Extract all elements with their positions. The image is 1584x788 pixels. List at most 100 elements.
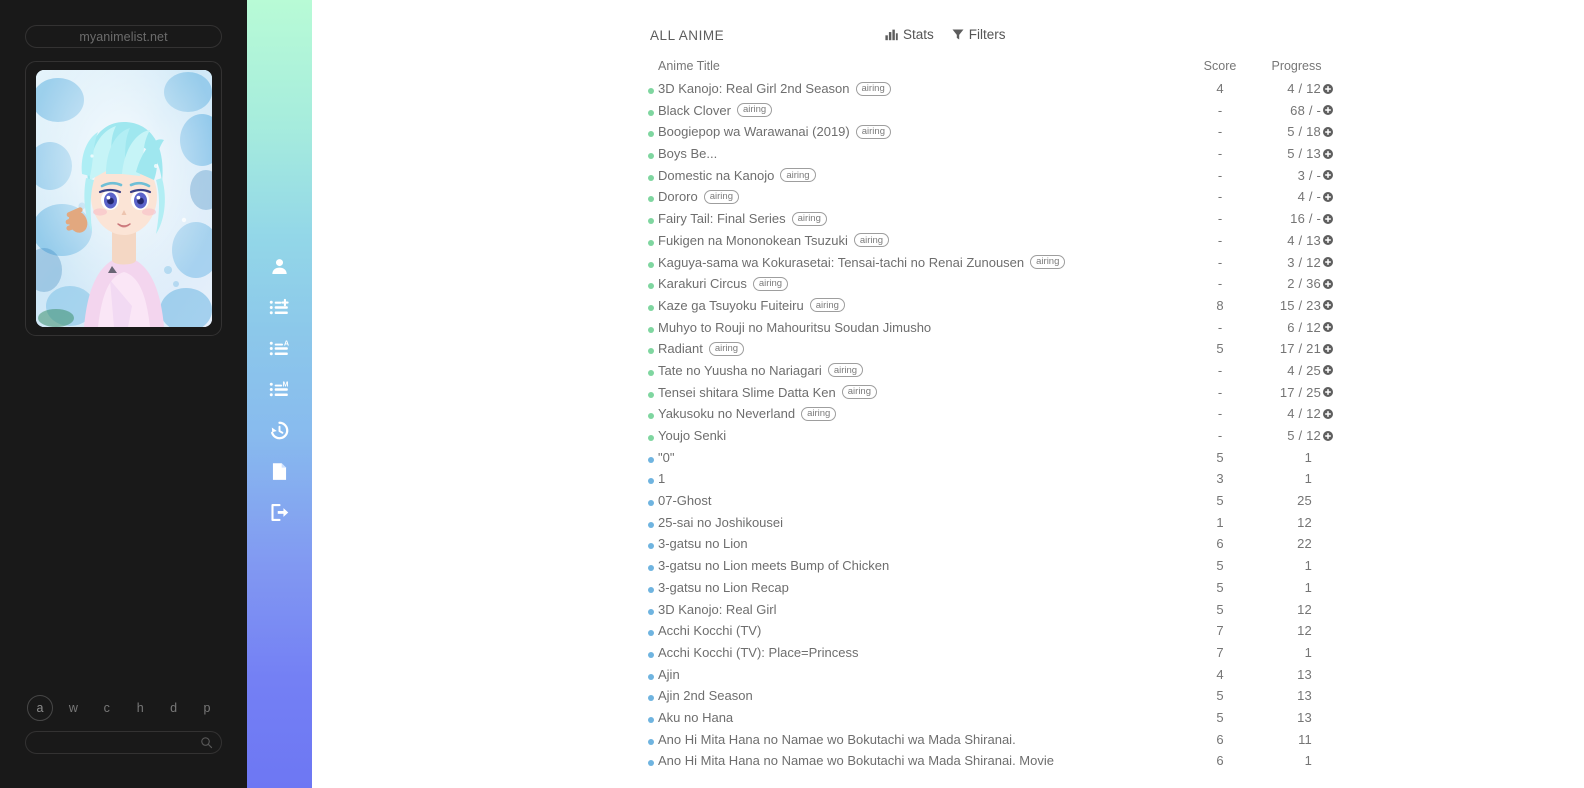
progress-cell[interactable]: 1 <box>1242 558 1333 573</box>
table-row[interactable]: Karakuri Circus airing - 2 / 36 <box>312 275 1584 297</box>
status-dot-watching[interactable] <box>648 196 654 203</box>
score-cell[interactable]: - <box>1196 168 1244 183</box>
table-row[interactable]: Radiant airing 5 17 / 21 <box>312 340 1584 362</box>
anime-title-cell[interactable]: 07-Ghost <box>658 493 711 508</box>
progress-cell[interactable]: 68 / - <box>1242 103 1333 118</box>
anime-title-cell[interactable]: Tensei shitara Slime Datta Ken airing <box>658 385 878 400</box>
progress-cell[interactable]: 12 <box>1242 515 1333 530</box>
score-cell[interactable]: 5 <box>1196 688 1244 703</box>
progress-cell[interactable]: 13 <box>1242 667 1333 682</box>
status-dot-watching[interactable] <box>648 109 654 116</box>
anime-title-cell[interactable]: Acchi Kocchi (TV): Place=Princess <box>658 645 858 660</box>
increment-episode-icon[interactable] <box>1323 365 1333 376</box>
progress-cell[interactable]: 17 / 25 <box>1242 385 1333 400</box>
table-row[interactable]: Tensei shitara Slime Datta Ken airing - 17 … <box>312 384 1584 406</box>
progress-cell[interactable]: 4 / - <box>1242 189 1333 204</box>
increment-episode-icon[interactable] <box>1323 213 1333 224</box>
anime-title-cell[interactable]: Boogiepop wa Warawanai (2019) airing <box>658 124 891 139</box>
anime-title-cell[interactable]: Radiant airing <box>658 341 745 356</box>
increment-episode-icon[interactable] <box>1323 126 1333 137</box>
increment-episode-icon[interactable] <box>1323 170 1333 181</box>
status-dot-completed[interactable] <box>648 521 654 528</box>
status-dot-completed[interactable] <box>648 608 654 615</box>
score-cell[interactable]: 3 <box>1196 471 1244 486</box>
logout-icon[interactable] <box>269 502 290 523</box>
status-dot-completed[interactable] <box>648 673 654 680</box>
table-row[interactable]: Fukigen na Mononokean Tsuzuki airing - 4 / … <box>312 232 1584 254</box>
score-cell[interactable]: 5 <box>1196 580 1244 595</box>
status-dot-completed[interactable] <box>648 543 654 550</box>
search-icon[interactable] <box>200 736 213 749</box>
score-cell[interactable]: - <box>1196 103 1244 118</box>
progress-cell[interactable]: 1 <box>1242 580 1333 595</box>
status-dot-watching[interactable] <box>648 88 654 94</box>
table-row[interactable]: Kaguya-sama wa Kokurasetai: Tensai-tachi… <box>312 254 1584 276</box>
anime-title-cell[interactable]: "0" <box>658 450 674 465</box>
history-icon[interactable] <box>269 420 290 441</box>
score-cell[interactable]: - <box>1196 385 1244 400</box>
anime-title-cell[interactable]: 25-sai no Joshikousei <box>658 515 783 530</box>
progress-cell[interactable]: 1 <box>1242 471 1333 486</box>
score-cell[interactable]: - <box>1196 255 1244 270</box>
score-cell[interactable]: 8 <box>1196 298 1244 313</box>
score-cell[interactable]: 4 <box>1196 667 1244 682</box>
progress-cell[interactable]: 25 <box>1242 493 1333 508</box>
progress-cell[interactable]: 2 / 36 <box>1242 276 1333 291</box>
score-cell[interactable]: 5 <box>1196 602 1244 617</box>
status-dot-watching[interactable] <box>648 131 654 138</box>
status-dot-watching[interactable] <box>648 304 654 311</box>
status-dot-watching[interactable] <box>648 153 654 160</box>
letter-filter-w[interactable]: w <box>60 695 86 721</box>
anime-title-cell[interactable]: 1 <box>658 471 665 486</box>
status-dot-completed[interactable] <box>648 630 654 637</box>
column-header-score[interactable]: Score <box>1196 59 1244 73</box>
score-cell[interactable]: 5 <box>1196 493 1244 508</box>
anime-title-cell[interactable]: 3-gatsu no Lion <box>658 536 748 551</box>
score-cell[interactable]: 5 <box>1196 558 1244 573</box>
table-row[interactable]: Ajin 2nd Season 5 13 <box>312 687 1584 709</box>
increment-episode-icon[interactable] <box>1323 408 1333 419</box>
anime-title-cell[interactable]: 3D Kanojo: Real Girl <box>658 602 777 617</box>
progress-cell[interactable]: 11 <box>1242 732 1333 747</box>
table-row[interactable]: Ajin 4 13 <box>312 666 1584 688</box>
progress-cell[interactable]: 4 / 12 <box>1242 81 1333 96</box>
status-dot-completed[interactable] <box>648 716 654 723</box>
progress-cell[interactable]: 17 / 21 <box>1242 341 1333 356</box>
status-dot-watching[interactable] <box>648 391 654 398</box>
progress-cell[interactable]: 3 / 12 <box>1242 255 1333 270</box>
score-cell[interactable]: 5 <box>1196 450 1244 465</box>
score-cell[interactable]: - <box>1196 211 1244 226</box>
progress-cell[interactable]: 5 / 13 <box>1242 146 1333 161</box>
table-row[interactable]: Boys Be... - 5 / 13 <box>312 145 1584 167</box>
score-cell[interactable]: - <box>1196 428 1244 443</box>
anime-title-cell[interactable]: 3D Kanojo: Real Girl 2nd Season airing <box>658 81 891 96</box>
status-dot-completed[interactable] <box>648 651 654 658</box>
column-header-title[interactable]: Anime Title <box>658 59 720 73</box>
anime-title-cell[interactable]: Kaze ga Tsuyoku Fuiteiru airing <box>658 298 845 313</box>
increment-episode-icon[interactable] <box>1323 148 1333 159</box>
anime-title-cell[interactable]: Aku no Hana <box>658 710 733 725</box>
table-row[interactable]: Kaze ga Tsuyoku Fuiteiru airing 8 15 / 23 <box>312 297 1584 319</box>
table-row[interactable]: Boogiepop wa Warawanai (2019) airing - 5 / … <box>312 123 1584 145</box>
anime-title-cell[interactable]: Ajin 2nd Season <box>658 688 753 703</box>
score-cell[interactable]: 5 <box>1196 341 1244 356</box>
increment-episode-icon[interactable] <box>1323 322 1333 333</box>
anime-title-cell[interactable]: Dororo airing <box>658 189 739 204</box>
score-cell[interactable]: 6 <box>1196 536 1244 551</box>
anime-title-cell[interactable]: 3-gatsu no Lion Recap <box>658 580 789 595</box>
progress-cell[interactable]: 5 / 18 <box>1242 124 1333 139</box>
increment-episode-icon[interactable] <box>1323 343 1333 354</box>
table-row[interactable]: Ano Hi Mita Hana no Namae wo Bokutachi w… <box>312 731 1584 753</box>
search-input[interactable] <box>38 735 200 750</box>
table-row[interactable]: Yakusoku no Neverland airing - 4 / 12 <box>312 405 1584 427</box>
increment-episode-icon[interactable] <box>1323 387 1333 398</box>
progress-cell[interactable]: 22 <box>1242 536 1333 551</box>
status-dot-watching[interactable] <box>648 283 654 290</box>
progress-cell[interactable]: 16 / - <box>1242 211 1333 226</box>
anime-title-cell[interactable]: Domestic na Kanojo airing <box>658 168 816 183</box>
list-anime-icon[interactable]: A <box>269 338 290 359</box>
anime-title-cell[interactable]: Fukigen na Mononokean Tsuzuki airing <box>658 233 890 248</box>
status-dot-completed[interactable] <box>648 565 654 572</box>
anime-title-cell[interactable]: Tate no Yuusha no Nariagari airing <box>658 363 864 378</box>
status-dot-completed[interactable] <box>648 738 654 745</box>
